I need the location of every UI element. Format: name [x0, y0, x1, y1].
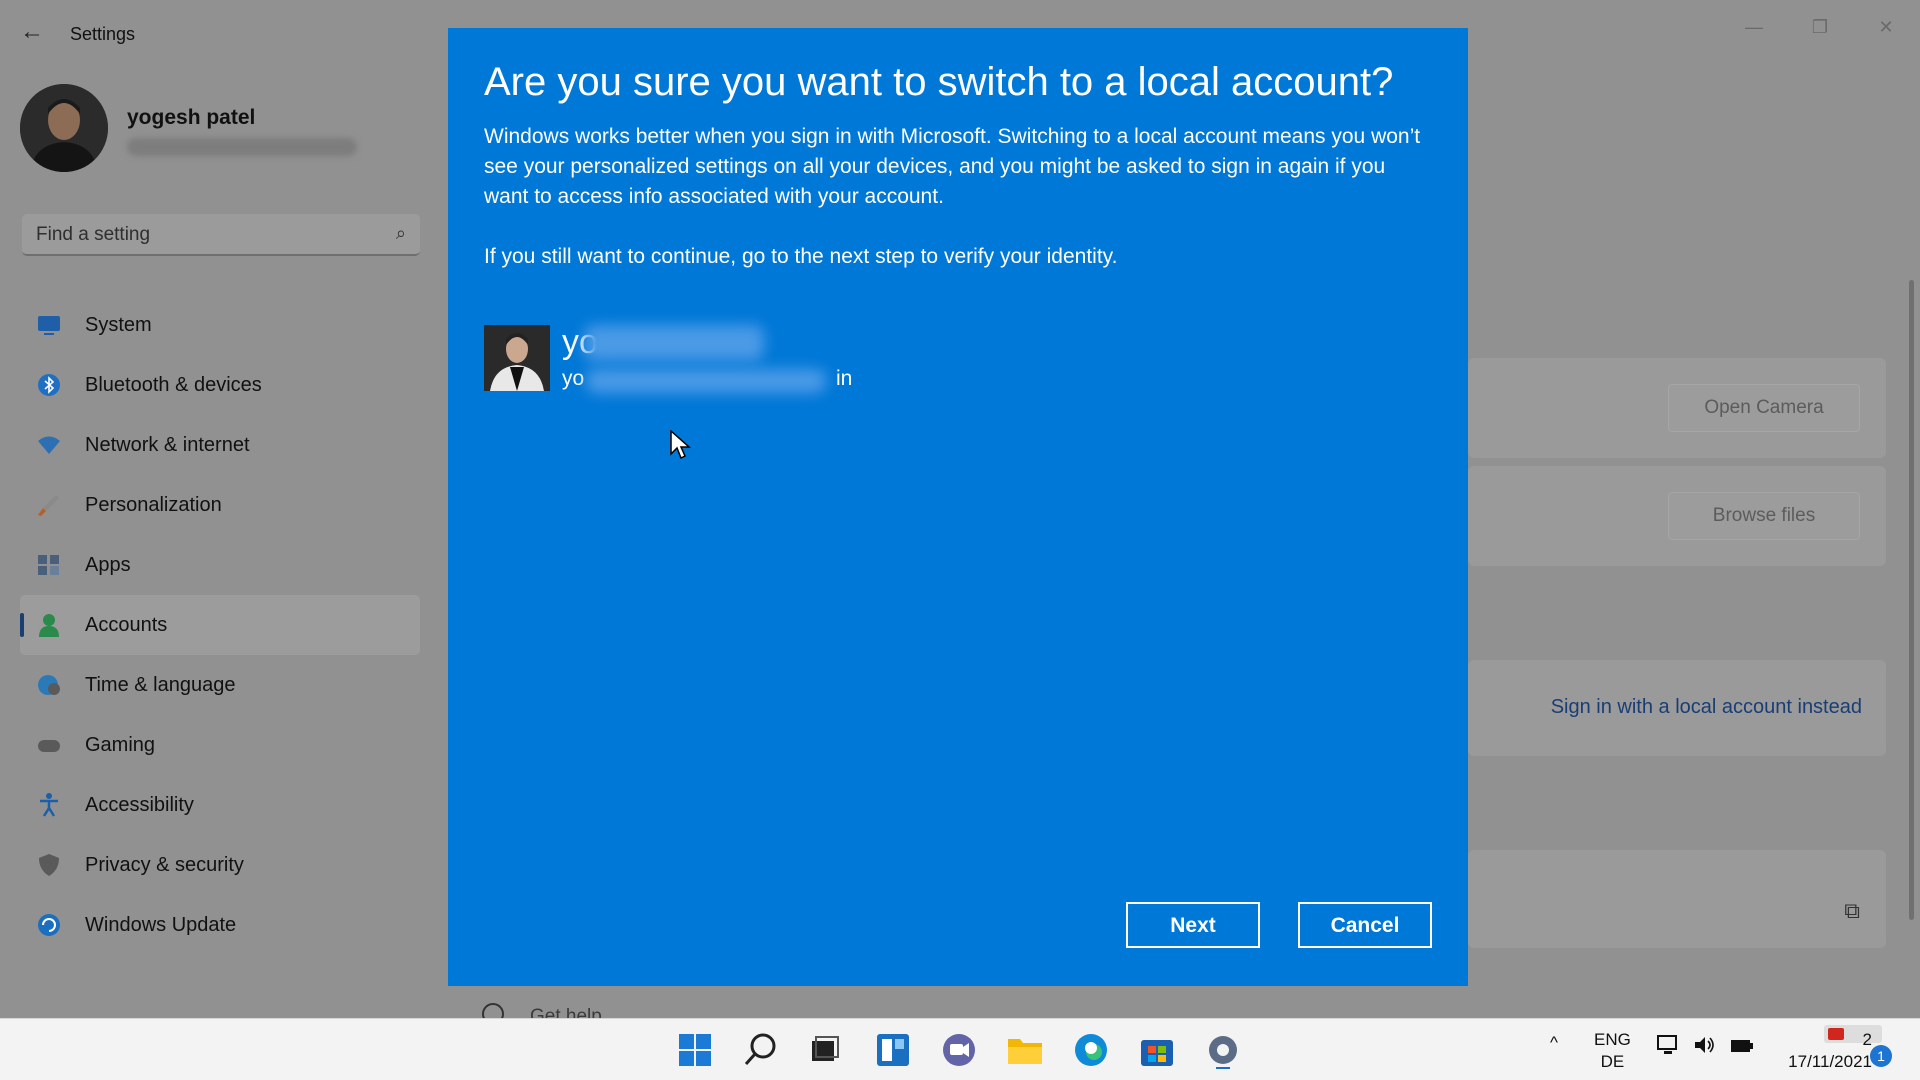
sidebar-item-label: Personalization — [85, 494, 222, 516]
search-icon[interactable] — [742, 1031, 780, 1069]
brush-icon — [36, 492, 62, 518]
close-button[interactable]: ✕ — [1866, 12, 1906, 42]
search-box[interactable]: Find a setting ⌕ — [22, 214, 420, 256]
update-icon — [36, 912, 62, 938]
globe-clock-icon — [36, 672, 62, 698]
sidebar-item-time-language[interactable]: Time & language — [20, 655, 420, 715]
maximize-button[interactable]: ❐ — [1800, 12, 1840, 42]
sidebar-item-label: Windows Update — [85, 914, 237, 936]
edge-icon[interactable] — [1072, 1031, 1110, 1069]
related-card[interactable]: ⧉ — [1468, 850, 1886, 948]
accounts-icon — [36, 612, 62, 638]
dialog-title: Are you sure you want to switch to a loc… — [484, 60, 1394, 104]
search-input[interactable]: Find a setting — [36, 224, 150, 246]
sidebar-item-label: System — [85, 314, 152, 336]
file-explorer-icon[interactable] — [1006, 1031, 1044, 1069]
start-icon[interactable] — [676, 1031, 714, 1069]
sidebar-item-network[interactable]: Network & internet — [20, 415, 420, 475]
profile-email-redacted — [127, 138, 357, 156]
sidebar-item-label: Accessibility — [85, 794, 194, 816]
sidebar-item-label: Time & language — [85, 674, 236, 696]
apps-icon — [36, 552, 62, 578]
search-icon[interactable]: ⌕ — [396, 223, 406, 244]
window-title: Settings — [70, 24, 136, 44]
camera-card: Open Camera — [1468, 358, 1886, 458]
sidebar-item-privacy-security[interactable]: Privacy & security — [20, 835, 420, 895]
open-camera-button[interactable]: Open Camera — [1668, 384, 1860, 432]
local-account-card: Sign in with a local account instead — [1468, 660, 1886, 756]
language-bottom: DE — [1600, 1052, 1625, 1071]
scrollbar[interactable] — [1909, 280, 1914, 920]
account-name-redacted — [584, 325, 764, 361]
switch-local-account-dialog: Are you sure you want to switch to a loc… — [448, 28, 1468, 986]
external-link-icon[interactable]: ⧉ — [1844, 898, 1860, 924]
shield-icon — [36, 852, 62, 878]
sidebar-item-accounts[interactable]: Accounts — [20, 595, 420, 655]
language-top: ENG — [1594, 1030, 1631, 1049]
sidebar-item-system[interactable]: System — [20, 295, 420, 355]
account-email-end: in — [836, 367, 853, 390]
sidebar-item-label: Network & internet — [85, 434, 250, 456]
clock-time: 2 — [1862, 1030, 1872, 1049]
system-icon — [36, 312, 62, 338]
show-hidden-icons-chevron[interactable]: ^ — [1550, 1033, 1558, 1053]
sidebar-item-label: Gaming — [85, 734, 156, 756]
dialog-paragraph-2: If you still want to continue, go to the… — [484, 245, 1118, 268]
network-icon — [36, 432, 62, 458]
clock[interactable]: 2 17/11/2021 — [1774, 1029, 1872, 1073]
task-view-icon[interactable] — [806, 1031, 844, 1069]
back-button[interactable]: ← — [18, 18, 46, 46]
selection-indicator — [20, 613, 24, 637]
dialog-body: Windows works better when you sign in wi… — [484, 122, 1424, 302]
taskbar: ^ ENG DE 2 17/11/2021 1 — [0, 1018, 1920, 1080]
chat-icon[interactable] — [940, 1031, 978, 1069]
sidebar-item-personalization[interactable]: Personalization — [20, 475, 420, 535]
battery-icon[interactable] — [1728, 1033, 1754, 1062]
sidebar-item-windows-update[interactable]: Windows Update — [20, 895, 420, 955]
sidebar-item-accessibility[interactable]: Accessibility — [20, 775, 420, 835]
sidebar-item-label: Privacy & security — [85, 854, 244, 876]
accessibility-icon — [36, 792, 62, 818]
account-avatar — [484, 325, 550, 391]
cancel-button[interactable]: Cancel — [1298, 902, 1432, 948]
store-icon[interactable] — [1138, 1031, 1176, 1069]
sidebar-item-bluetooth[interactable]: Bluetooth & devices — [20, 355, 420, 415]
browse-card: Browse files — [1468, 466, 1886, 566]
avatar[interactable] — [20, 84, 108, 172]
browse-files-button[interactable]: Browse files — [1668, 492, 1860, 540]
account-email-start: yo — [562, 367, 585, 390]
sidebar-item-gaming[interactable]: Gaming — [20, 715, 420, 775]
gamepad-icon — [36, 732, 62, 758]
volume-icon[interactable] — [1692, 1033, 1716, 1062]
minimize-button[interactable]: — — [1734, 12, 1774, 42]
dialog-paragraph-1: Windows works better when you sign in wi… — [484, 125, 1421, 208]
sidebar-item-label: Apps — [85, 554, 131, 576]
bluetooth-icon — [36, 372, 62, 398]
notification-badge[interactable]: 1 — [1870, 1045, 1892, 1067]
sidebar-item-apps[interactable]: Apps — [20, 535, 420, 595]
widgets-icon[interactable] — [874, 1031, 912, 1069]
settings-icon[interactable] — [1204, 1031, 1242, 1069]
account-email-redacted — [586, 369, 826, 393]
network-icon[interactable] — [1656, 1033, 1680, 1062]
sidebar-nav: System Bluetooth & devices Network & int… — [20, 295, 420, 955]
mouse-cursor-icon — [670, 429, 692, 465]
next-button[interactable]: Next — [1126, 902, 1260, 948]
sidebar-item-label: Accounts — [85, 614, 168, 636]
local-account-link[interactable]: Sign in with a local account instead — [1551, 696, 1862, 719]
profile-name: yogesh patel — [127, 106, 256, 129]
sidebar-item-label: Bluetooth & devices — [85, 374, 262, 396]
input-language-indicator[interactable]: ENG DE — [1594, 1029, 1631, 1073]
clock-date: 17/11/2021 — [1788, 1052, 1872, 1071]
